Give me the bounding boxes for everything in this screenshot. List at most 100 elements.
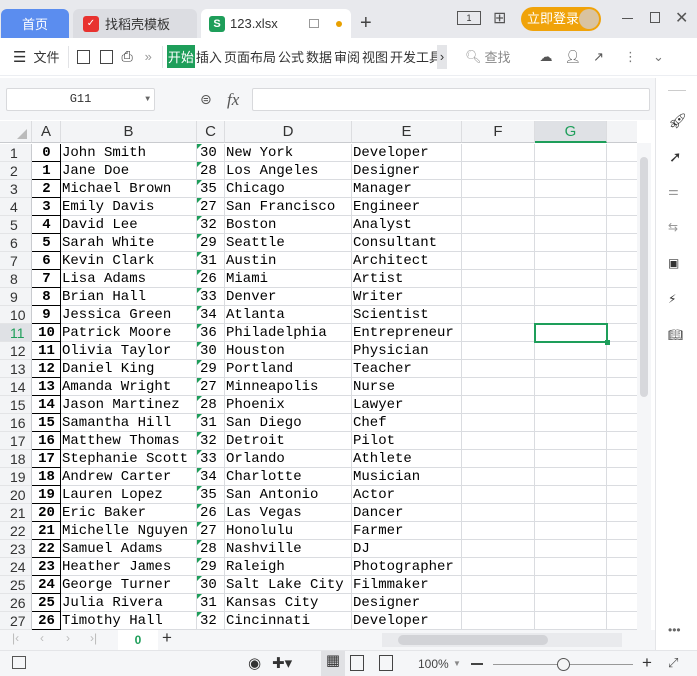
cell[interactable]	[535, 288, 607, 306]
cell[interactable]: 23	[32, 558, 61, 576]
cell[interactable]: Heather James	[61, 558, 197, 576]
cell[interactable]	[462, 396, 535, 414]
row-header[interactable]: 22	[0, 522, 32, 540]
new-tab-icon[interactable]: +	[360, 12, 372, 35]
cell[interactable]: Kevin Clark	[61, 252, 197, 270]
cell[interactable]: Analyst	[352, 216, 462, 234]
cell[interactable]: Artist	[352, 270, 462, 288]
cell[interactable]: Olivia Taylor	[61, 342, 197, 360]
cell[interactable]	[607, 360, 637, 378]
cell[interactable]: Samantha Hill	[61, 414, 197, 432]
cell[interactable]	[462, 594, 535, 612]
cell[interactable]: 9	[32, 306, 61, 324]
share-user-icon[interactable]: 👤︎	[565, 49, 582, 65]
cell[interactable]: Architect	[352, 252, 462, 270]
column-header[interactable]: A	[32, 121, 61, 143]
cell[interactable]: Cincinnati	[225, 612, 352, 630]
row-header[interactable]: 26	[0, 594, 32, 612]
ribbon-tab-insert[interactable]: 插入	[195, 47, 223, 66]
row-header[interactable]: 3	[0, 180, 32, 198]
cell[interactable]	[535, 306, 607, 324]
cell[interactable]: Scientist	[352, 306, 462, 324]
cell[interactable]	[462, 558, 535, 576]
column-header[interactable]: D	[225, 121, 352, 143]
row-header[interactable]: 11	[0, 324, 32, 342]
maximize-icon[interactable]	[650, 12, 660, 23]
row-header[interactable]: 9	[0, 288, 32, 306]
row-header[interactable]: 27	[0, 612, 32, 630]
cell[interactable]: 32	[197, 216, 225, 234]
row-header[interactable]: 20	[0, 486, 32, 504]
cell[interactable]	[535, 396, 607, 414]
cell[interactable]: Physician	[352, 342, 462, 360]
row-header[interactable]: 23	[0, 540, 32, 558]
cell[interactable]: Consultant	[352, 234, 462, 252]
apps-grid-icon[interactable]: ⊞	[493, 8, 506, 28]
cell[interactable]: 22	[32, 540, 61, 558]
row-header[interactable]: 8	[0, 270, 32, 288]
cell[interactable]: Filmmaker	[352, 576, 462, 594]
cell[interactable]: 26	[197, 504, 225, 522]
cell[interactable]: Jane Doe	[61, 162, 197, 180]
row-header[interactable]: 2	[0, 162, 32, 180]
cell[interactable]: Brian Hall	[61, 288, 197, 306]
search-button[interactable]: 查找	[484, 47, 512, 66]
last-sheet-icon[interactable]: ›|	[90, 631, 97, 645]
ribbon-tab-review[interactable]: 审阅	[333, 47, 361, 66]
cell[interactable]: Patrick Moore	[61, 324, 197, 342]
column-header[interactable]: F	[462, 121, 535, 143]
cell[interactable]: Teacher	[352, 360, 462, 378]
cell[interactable]	[607, 504, 637, 522]
cell[interactable]	[535, 234, 607, 252]
cell[interactable]	[462, 360, 535, 378]
tab-file[interactable]: S 123.xlsx	[201, 9, 351, 38]
minimize-icon[interactable]	[622, 18, 633, 19]
cell[interactable]	[607, 216, 637, 234]
row-header[interactable]: 1	[0, 144, 32, 162]
cell[interactable]: Jessica Green	[61, 306, 197, 324]
cell[interactable]	[535, 252, 607, 270]
sheet-tab-0[interactable]: 0	[118, 630, 158, 650]
cell[interactable]	[535, 450, 607, 468]
cell[interactable]: Lisa Adams	[61, 270, 197, 288]
formula-input[interactable]	[252, 88, 650, 111]
cell[interactable]: Dancer	[352, 504, 462, 522]
cell[interactable]: Minneapolis	[225, 378, 352, 396]
cell[interactable]	[535, 468, 607, 486]
cell[interactable]: 32	[197, 612, 225, 630]
zoom-in-icon[interactable]: +	[642, 653, 652, 673]
cell[interactable]: 29	[197, 360, 225, 378]
cell[interactable]: Actor	[352, 486, 462, 504]
cell[interactable]: Andrew Carter	[61, 468, 197, 486]
name-box[interactable]: G11 ▼	[6, 88, 155, 111]
cell[interactable]: Entrepreneur	[352, 324, 462, 342]
column-header[interactable]: C	[197, 121, 225, 143]
cell[interactable]	[462, 252, 535, 270]
cell[interactable]: Nurse	[352, 378, 462, 396]
cell[interactable]	[607, 414, 637, 432]
column-header[interactable]: E	[352, 121, 462, 143]
cell[interactable]: Orlando	[225, 450, 352, 468]
zoom-formula-icon[interactable]: ⊜	[200, 91, 212, 108]
ribbon-tab-developer[interactable]: 开发工具	[389, 47, 437, 66]
cell[interactable]: Lauren Lopez	[61, 486, 197, 504]
normal-view-icon[interactable]: ▦	[321, 651, 345, 676]
cell[interactable]	[535, 594, 607, 612]
cell[interactable]: Designer	[352, 594, 462, 612]
row-header[interactable]: 17	[0, 432, 32, 450]
cell[interactable]	[462, 576, 535, 594]
cell[interactable]	[607, 540, 637, 558]
cell[interactable]: Engineer	[352, 198, 462, 216]
cell[interactable]	[535, 432, 607, 450]
cell[interactable]: 32	[197, 432, 225, 450]
vertical-scrollbar[interactable]	[637, 143, 651, 630]
cell[interactable]: 33	[197, 288, 225, 306]
cell[interactable]	[607, 450, 637, 468]
paint-icon[interactable]: ▣	[668, 256, 679, 270]
row-header[interactable]: 4	[0, 198, 32, 216]
cell[interactable]: Stephanie Scott	[61, 450, 197, 468]
cell[interactable]: Pilot	[352, 432, 462, 450]
cell[interactable]: 13	[32, 378, 61, 396]
selected-cell-outline[interactable]	[534, 323, 610, 345]
row-header[interactable]: 25	[0, 576, 32, 594]
